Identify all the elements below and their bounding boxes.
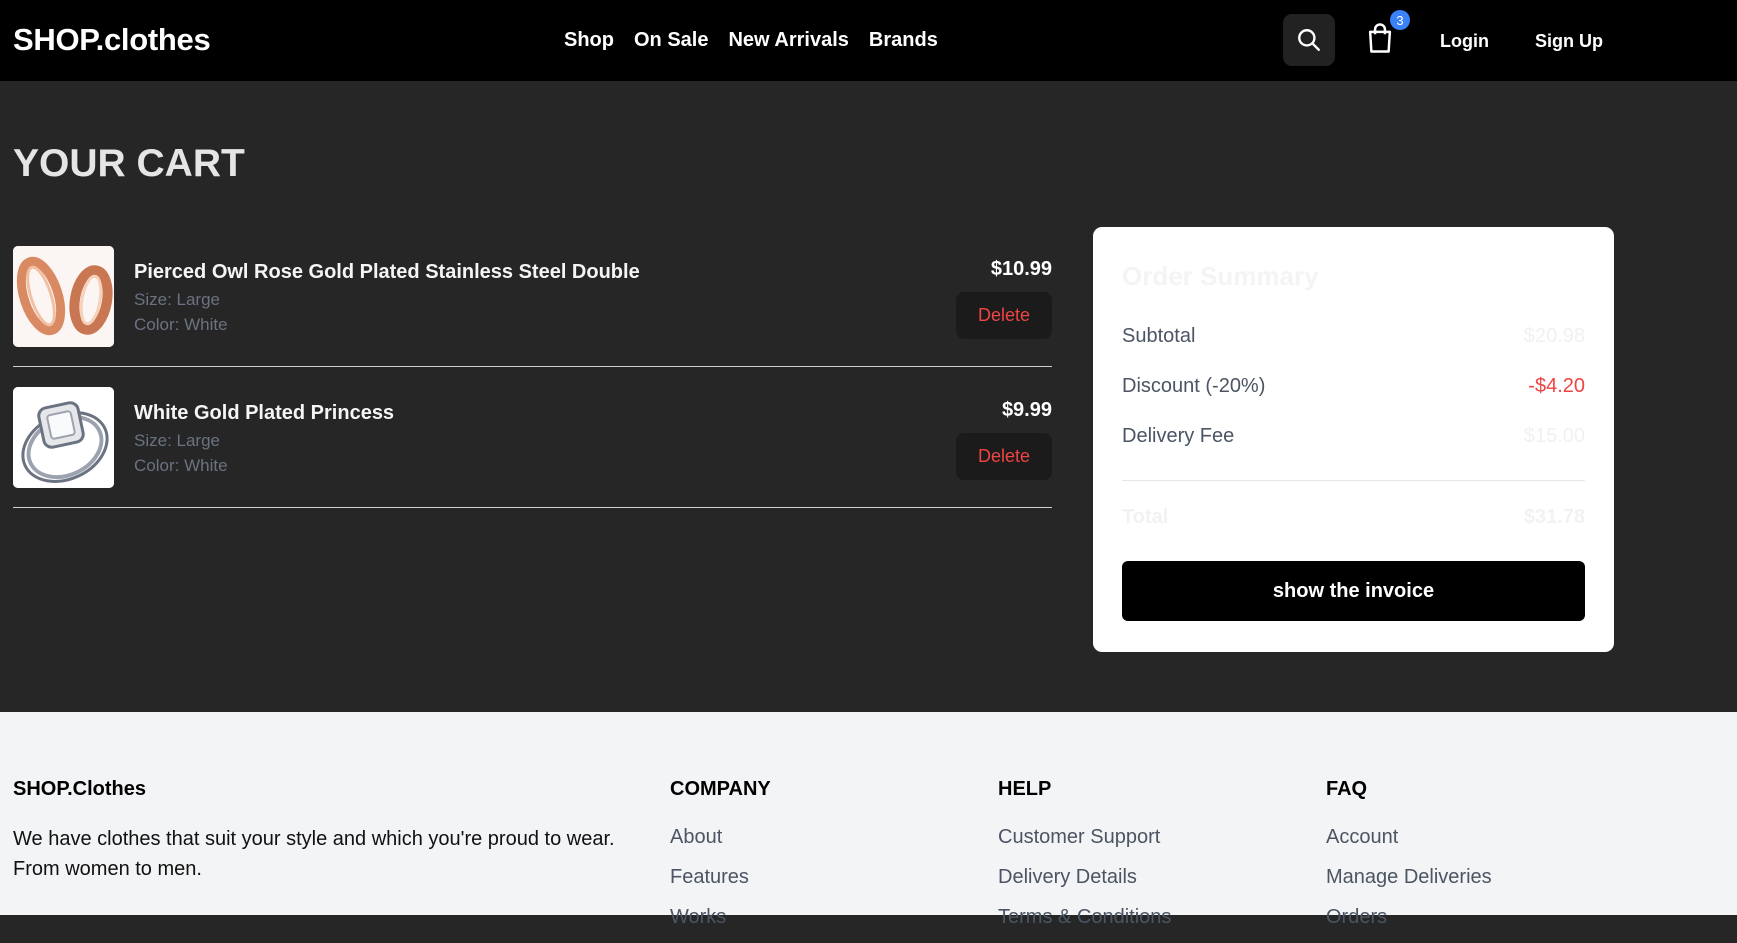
total-row: Total $31.78	[1122, 506, 1585, 529]
summary-divider	[1122, 480, 1585, 481]
nav-link-on-sale[interactable]: On Sale	[634, 29, 708, 52]
footer-link-features[interactable]: Features	[670, 863, 771, 891]
discount-value: -$4.20	[1528, 375, 1585, 397]
item-name[interactable]: White Gold Plated Princess	[134, 402, 394, 425]
item-price: $9.99	[1001, 399, 1052, 421]
top-navbar: SHOP.clothes Shop On Sale New Arrivals B…	[0, 0, 1737, 81]
footer-link-terms[interactable]: Terms & Conditions	[998, 903, 1171, 931]
site-footer: SHOP.Clothes We have clothes that suit y…	[0, 712, 1737, 928]
item-color: Color: White	[134, 456, 228, 475]
delivery-fee-label: Delivery Fee	[1122, 425, 1235, 447]
footer-link-works[interactable]: Works	[670, 903, 771, 931]
login-link[interactable]: Login	[1440, 31, 1489, 52]
footer-column-title: HELP	[998, 778, 1052, 800]
cart-count-badge: 3	[1390, 10, 1410, 30]
footer-link-orders[interactable]: Orders	[1326, 903, 1492, 931]
page-title: YOUR CART	[13, 142, 245, 185]
footer-link-delivery-details[interactable]: Delivery Details	[998, 863, 1171, 891]
cart-item: Pierced Owl Rose Gold Plated Stainless S…	[13, 246, 1052, 367]
item-price: $10.99	[990, 258, 1052, 280]
delivery-fee-row: Delivery Fee $15.00	[1122, 425, 1585, 448]
signup-link[interactable]: Sign Up	[1535, 31, 1603, 52]
footer-brand: SHOP.Clothes	[13, 778, 146, 800]
cart-item: White Gold Plated Princess Size: Large C…	[13, 387, 1052, 508]
footer-column-title: FAQ	[1326, 778, 1368, 800]
delete-item-button[interactable]: Delete	[956, 292, 1052, 339]
main-nav: Shop On Sale New Arrivals Brands	[564, 29, 938, 52]
subtotal-value: $20.98	[1523, 325, 1585, 347]
nav-link-new-arrivals[interactable]: New Arrivals	[728, 29, 848, 52]
nav-link-shop[interactable]: Shop	[564, 29, 614, 52]
item-size: Size: Large	[134, 290, 220, 309]
search-icon	[1298, 29, 1320, 51]
delivery-fee-value: $15.00	[1523, 425, 1585, 447]
subtotal-row: Subtotal $20.98	[1122, 325, 1585, 348]
total-value: $31.78	[1523, 506, 1585, 528]
rose-gold-rings-image	[13, 246, 114, 347]
search-button[interactable]	[1283, 14, 1335, 66]
order-summary-title: Order Summary	[1122, 261, 1319, 291]
product-thumbnail[interactable]	[13, 387, 114, 488]
shopping-bag-icon	[1368, 23, 1392, 53]
footer-column-faq: FAQ Account Manage Deliveries Orders	[1326, 778, 1492, 943]
item-color: Color: White	[134, 315, 228, 334]
item-size: Size: Large	[134, 431, 220, 450]
nav-link-brands[interactable]: Brands	[869, 29, 938, 52]
site-logo[interactable]: SHOP.clothes	[13, 22, 211, 58]
show-invoice-button[interactable]: show the invoice	[1122, 561, 1585, 621]
total-label: Total	[1122, 506, 1169, 528]
product-thumbnail[interactable]	[13, 246, 114, 347]
footer-link-about[interactable]: About	[670, 823, 771, 851]
discount-row: Discount (-20%) -$4.20	[1122, 375, 1585, 398]
order-summary-card: Order Summary Subtotal $20.98 Discount (…	[1093, 227, 1614, 652]
white-gold-ring-image	[13, 387, 114, 488]
footer-link-account[interactable]: Account	[1326, 823, 1492, 851]
item-name[interactable]: Pierced Owl Rose Gold Plated Stainless S…	[134, 261, 640, 284]
footer-column-title: COMPANY	[670, 778, 771, 800]
delete-item-button[interactable]: Delete	[956, 433, 1052, 480]
footer-column-help: HELP Customer Support Delivery Details T…	[998, 778, 1171, 943]
footer-description: We have clothes that suit your style and…	[13, 828, 615, 880]
subtotal-label: Subtotal	[1122, 325, 1196, 347]
discount-label: Discount (-20%)	[1122, 375, 1266, 397]
footer-column-company: COMPANY About Features Works	[670, 778, 771, 943]
footer-link-manage-deliveries[interactable]: Manage Deliveries	[1326, 863, 1492, 891]
footer-link-customer-support[interactable]: Customer Support	[998, 823, 1171, 851]
